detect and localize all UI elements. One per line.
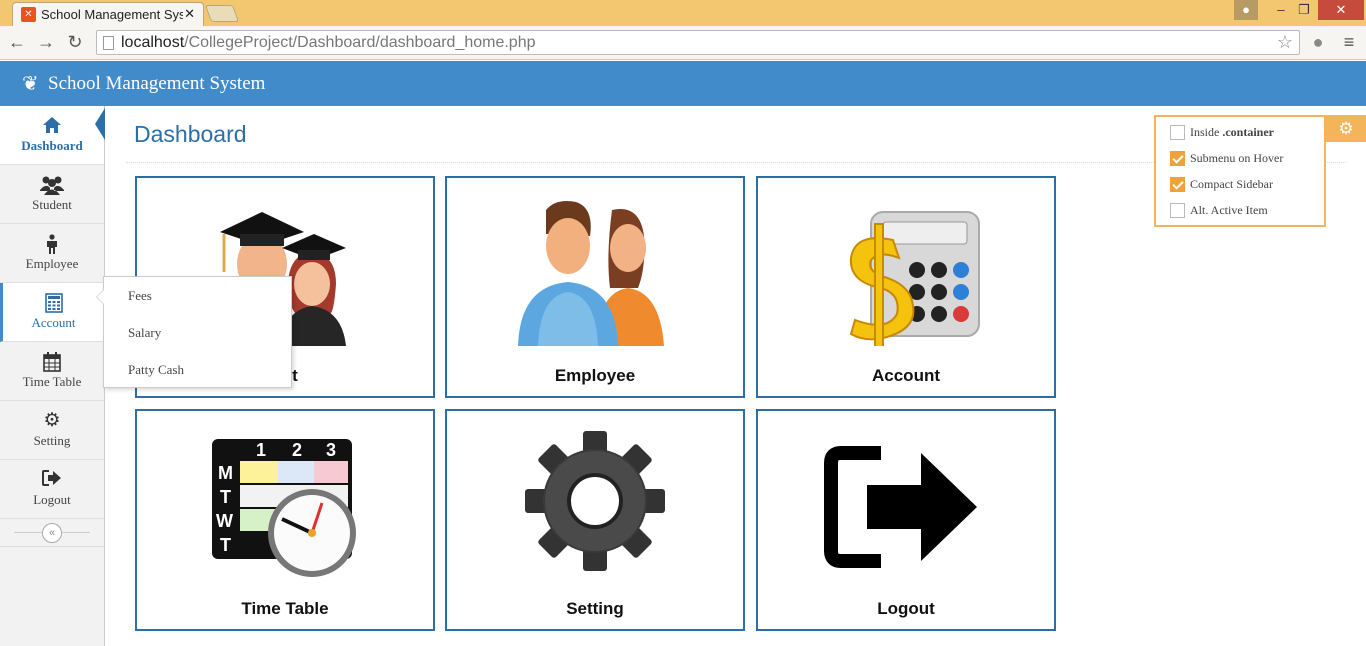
option-label: Inside: [1190, 125, 1223, 139]
svg-text:3: 3: [326, 440, 336, 460]
option-label: Compact Sidebar: [1190, 177, 1273, 191]
tab-title: School Management Syste: [41, 7, 183, 22]
calculator-icon: [3, 283, 104, 315]
xampp-favicon-icon: ✕: [21, 7, 36, 22]
sidebar-item-dashboard[interactable]: Dashboard: [0, 106, 105, 165]
page-icon: [103, 36, 114, 50]
reload-icon[interactable]: ↻: [64, 32, 86, 52]
option-label: Submenu on Hover: [1190, 151, 1284, 165]
card-label: Account: [872, 366, 940, 385]
menu-icon[interactable]: ≡: [1338, 32, 1360, 52]
restore-icon[interactable]: ❐: [1294, 0, 1314, 20]
gear-icon: ⚙: [43, 410, 61, 431]
minimize-icon[interactable]: –: [1268, 0, 1294, 20]
sidebar-item-time-table[interactable]: Time Table: [0, 342, 104, 401]
svg-text:W: W: [216, 511, 233, 531]
browser-tab[interactable]: ✕ School Management Syste ✕: [12, 2, 204, 26]
svg-text:1: 1: [256, 440, 266, 460]
page-title: Dashboard: [134, 121, 247, 147]
sidebar-item-student[interactable]: Student: [0, 165, 104, 224]
time-table-card[interactable]: 123 MTWT Time Table: [135, 409, 435, 631]
sidebar-item-label: Student: [32, 197, 72, 212]
calculator-money-icon: [849, 211, 980, 346]
option-label-bold: .container: [1222, 125, 1274, 139]
card-label: Logout: [877, 599, 935, 618]
extension-icon[interactable]: ●: [1307, 32, 1329, 52]
submenu-item-fees[interactable]: Fees: [128, 288, 152, 304]
profile-icon[interactable]: ●: [1234, 0, 1258, 20]
account-card[interactable]: Account: [756, 176, 1056, 398]
card-label: Employee: [554, 366, 636, 385]
leaf-icon: ❦: [22, 73, 39, 95]
sign-out-icon: [0, 460, 104, 492]
sidebar-item-label: Dashboard: [21, 138, 83, 153]
svg-text:T: T: [220, 487, 231, 507]
forward-icon[interactable]: →: [35, 32, 57, 52]
submenu-item-patty-cash[interactable]: Patty Cash: [128, 362, 184, 378]
tab-close-icon[interactable]: ✕: [184, 6, 195, 22]
sign-out-icon: [824, 446, 977, 568]
url-host: localhost: [121, 34, 185, 51]
person-icon: [0, 224, 104, 256]
app-header: ❦ School Management System: [0, 61, 1366, 106]
option-label: Alt. Active Item: [1190, 203, 1268, 217]
window-close-icon[interactable]: ✕: [1318, 0, 1364, 20]
sidebar-item-account[interactable]: Account: [0, 283, 104, 342]
ace-settings-box: Inside .container Submenu on Hover Compa…: [1154, 115, 1326, 227]
address-bar[interactable]: localhost/CollegeProject/Dashboard/dashb…: [96, 30, 1300, 55]
submenu-item-salary[interactable]: Salary: [128, 325, 161, 341]
back-icon[interactable]: ←: [6, 32, 28, 52]
card-label: Setting: [566, 599, 624, 618]
timetable-clock-icon: 123 MTWT: [212, 439, 356, 577]
svg-text:2: 2: [292, 440, 302, 460]
checkbox-compact-sidebar[interactable]: [1170, 177, 1185, 192]
users-icon: [0, 165, 104, 197]
sidebar: Dashboard Student Employee Account Time …: [0, 106, 105, 646]
calendar-icon: [0, 342, 104, 374]
app-title[interactable]: School Management System: [48, 73, 265, 95]
sidebar-item-label: Setting: [33, 433, 71, 448]
checkbox-alt-active-item[interactable]: [1170, 203, 1185, 218]
sidebar-item-label: Account: [31, 315, 76, 330]
sidebar-item-logout[interactable]: Logout: [0, 460, 104, 519]
card-label: Time Table: [241, 599, 329, 618]
employees-icon: [518, 201, 664, 346]
svg-text:T: T: [220, 535, 231, 555]
home-icon: [0, 106, 104, 138]
browser-toolbar: ← → ↻ localhost/CollegeProject/Dashboard…: [0, 26, 1366, 60]
browser-tab-strip: ✕ School Management Syste ✕ ● – ❐ ✕: [0, 0, 1366, 26]
sidebar-item-label: Employee: [25, 256, 79, 271]
collapse-icon[interactable]: «: [42, 523, 62, 543]
checkbox-submenu-hover[interactable]: [1170, 151, 1185, 166]
url-path: /CollegeProject/Dashboard/dashboard_home…: [184, 34, 536, 51]
setting-card[interactable]: Setting: [445, 409, 745, 631]
bookmark-star-icon[interactable]: ☆: [1277, 32, 1293, 53]
svg-text:M: M: [218, 463, 233, 483]
sidebar-item-label: Logout: [33, 492, 71, 507]
sidebar-item-setting[interactable]: ⚙ Setting: [0, 401, 104, 460]
logout-card[interactable]: Logout: [756, 409, 1056, 631]
employee-card[interactable]: Employee: [445, 176, 745, 398]
new-tab-button[interactable]: [204, 5, 240, 22]
checkbox-inside-container[interactable]: [1170, 125, 1185, 140]
sidebar-item-label: Time Table: [22, 374, 82, 389]
sidebar-collapse-bar: «: [0, 519, 104, 547]
settings-gear-icon[interactable]: ⚙: [1326, 115, 1366, 142]
sidebar-item-employee[interactable]: Employee: [0, 224, 104, 283]
account-submenu: Fees Salary Patty Cash: [96, 276, 292, 388]
gear-icon: [525, 431, 665, 571]
